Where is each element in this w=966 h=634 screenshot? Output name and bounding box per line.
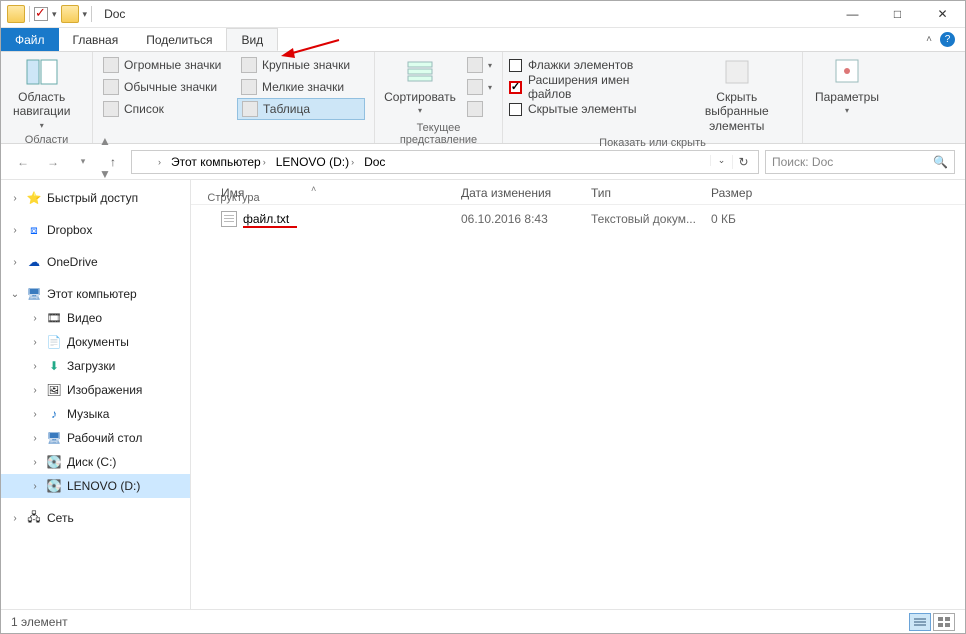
up-button[interactable]: ↑ [101, 150, 125, 174]
item-count: 1 элемент [11, 615, 68, 629]
window-title: Doc [104, 7, 125, 21]
checkbox-hidden-items[interactable]: Скрытые элементы [509, 98, 674, 120]
tree-disk-c[interactable]: ›💽Диск (C:) [1, 450, 190, 474]
column-headers[interactable]: Имя˄ Дата изменения Тип Размер [191, 180, 965, 205]
add-columns-button[interactable]: ▾ [463, 76, 496, 98]
layout-medium[interactable]: Обычные значки [99, 76, 233, 98]
checkbox-file-extensions[interactable]: Расширения имен файлов [509, 76, 674, 98]
groupby-button[interactable]: ▾ [463, 54, 496, 76]
layout-extralarge[interactable]: Огромные значки [99, 54, 233, 76]
group-label: Текущее представление [381, 120, 496, 148]
layout-list[interactable]: Список [99, 98, 233, 120]
group-label: Области [7, 132, 86, 148]
hide-selected-button: Скрыть выбранные элементы [678, 54, 796, 135]
tree-videos[interactable]: ›🎞Видео [1, 306, 190, 330]
layout-details[interactable]: Таблица [237, 98, 365, 120]
forward-button: → [41, 150, 65, 174]
tree-documents[interactable]: ›📄Документы [1, 330, 190, 354]
tree-dropbox[interactable]: ›⧈Dropbox [1, 218, 190, 242]
options-button[interactable]: Параметры ▾ [809, 54, 885, 118]
scroll-up-icon[interactable]: ▲ [99, 134, 109, 148]
recent-dropdown[interactable]: ▾ [71, 150, 95, 174]
maximize-button[interactable]: □ [875, 1, 920, 28]
status-bar: 1 элемент [1, 609, 965, 633]
tree-quick-access[interactable]: ›⭐Быстрый доступ [1, 186, 190, 210]
layout-large[interactable]: Крупные значки [237, 54, 365, 76]
back-button[interactable]: ← [11, 150, 35, 174]
tree-onedrive[interactable]: ›☁OneDrive [1, 250, 190, 274]
ribbon-tabs: Файл Главная Поделиться Вид ˄ ? [1, 28, 965, 52]
chevron-down-icon[interactable]: ▾ [52, 9, 57, 20]
navigation-pane-button[interactable]: Область навигации ▾ [7, 54, 76, 132]
tree-disk-d[interactable]: ›💽LENOVO (D:) [1, 474, 190, 498]
collapse-ribbon-icon[interactable]: ˄ [926, 34, 932, 45]
ribbon: Область навигации ▾ Области Огромные зна… [1, 52, 965, 144]
search-input[interactable]: Поиск: Doc 🔍 [765, 150, 955, 174]
navigation-tree: ›⭐Быстрый доступ ›⧈Dropbox ›☁OneDrive ⌄🖥… [1, 180, 191, 611]
tree-this-pc[interactable]: ⌄🖥Этот компьютер [1, 282, 190, 306]
address-bar[interactable]: › Этот компьютер› LENOVO (D:)› Doc ⌄ ↻ [131, 150, 759, 174]
sort-button[interactable]: Сортировать ▾ [381, 54, 459, 118]
qat-properties-icon[interactable] [34, 7, 48, 21]
tree-pictures[interactable]: ›🖼Изображения [1, 378, 190, 402]
title-bar: ▾ ▾ Doc — □ ✕ [1, 1, 965, 28]
annotation-underline [243, 226, 297, 228]
tab-home[interactable]: Главная [59, 28, 133, 51]
breadcrumb-drive[interactable]: LENOVO (D:)› [272, 151, 358, 173]
close-button[interactable]: ✕ [920, 1, 965, 28]
help-icon[interactable]: ? [940, 32, 955, 47]
text-file-icon [221, 211, 237, 227]
tree-downloads[interactable]: ›⬇Загрузки [1, 354, 190, 378]
tree-network[interactable]: ›🖧Сеть [1, 506, 190, 530]
folder-icon[interactable] [7, 5, 25, 23]
refresh-icon[interactable]: ↻ [732, 155, 754, 169]
sort-indicator-icon: ˄ [311, 184, 316, 194]
tree-music[interactable]: ›♪Музыка [1, 402, 190, 426]
details-view-icon[interactable] [909, 613, 931, 631]
file-name: файл.txt [243, 212, 289, 226]
file-row[interactable]: файл.txt 06.10.2016 8:43 Текстовый докум… [191, 205, 965, 233]
quick-access-toolbar: ▾ ▾ [1, 5, 98, 23]
tab-view[interactable]: Вид [226, 28, 278, 51]
breadcrumb-folder[interactable]: Doc [360, 151, 389, 173]
size-columns-button[interactable] [463, 98, 496, 120]
qat-dropdown-icon[interactable]: ▾ [83, 9, 88, 20]
tab-share[interactable]: Поделиться [132, 28, 226, 51]
layout-small[interactable]: Мелкие значки [237, 76, 365, 98]
breadcrumb-pc[interactable]: Этот компьютер› [167, 151, 270, 173]
thumbnails-view-icon[interactable] [933, 613, 955, 631]
minimize-button[interactable]: — [830, 1, 875, 28]
tree-desktop[interactable]: ›🖥Рабочий стол [1, 426, 190, 450]
tab-file[interactable]: Файл [1, 28, 59, 51]
folder-icon[interactable] [61, 5, 79, 23]
address-dropdown-icon[interactable]: ⌄ [710, 155, 732, 166]
search-icon[interactable]: 🔍 [933, 155, 948, 169]
file-list: Имя˄ Дата изменения Тип Размер файл.txt … [191, 180, 965, 611]
